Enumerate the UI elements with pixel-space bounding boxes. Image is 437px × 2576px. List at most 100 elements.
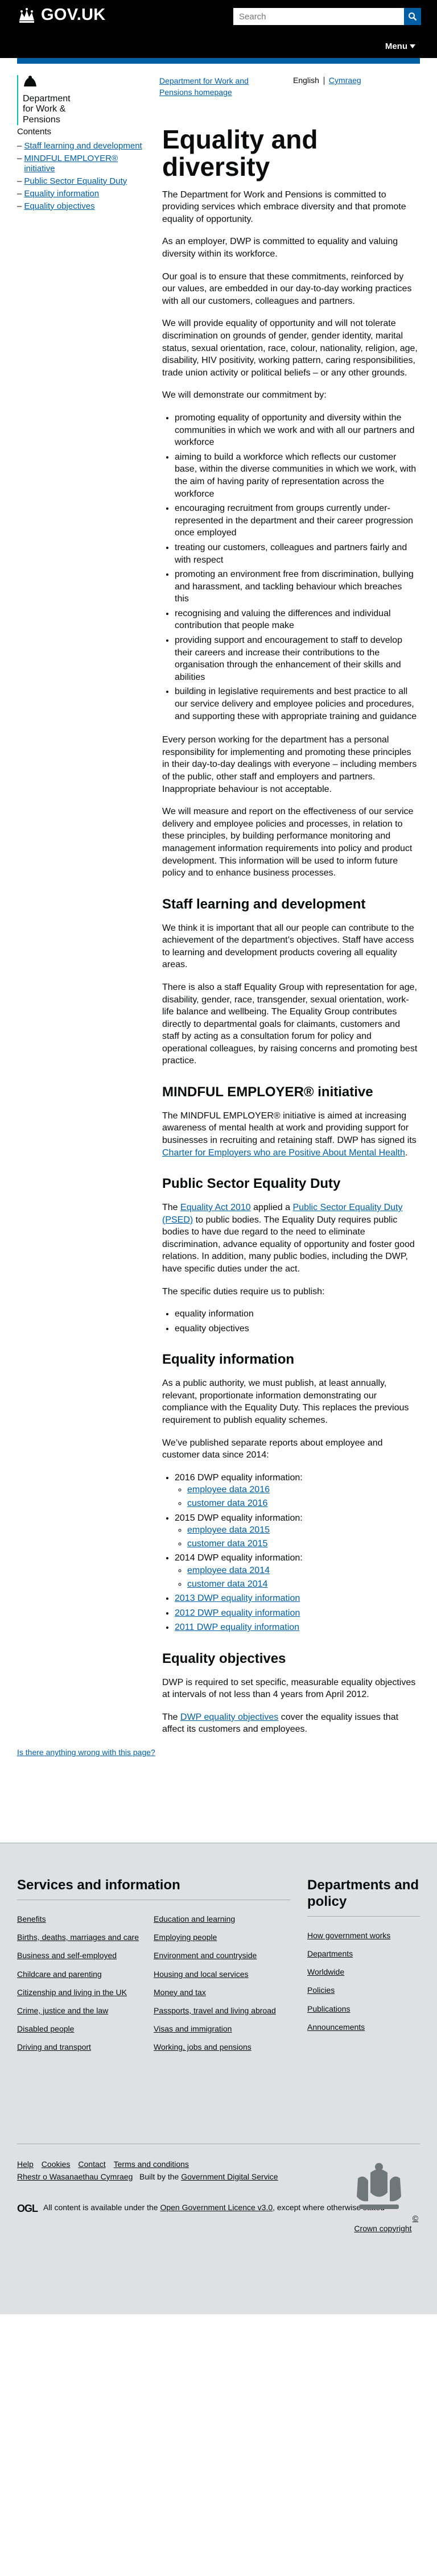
contact-link[interactable]: Contact	[78, 2159, 105, 2169]
heading-equality-objectives: Equality objectives	[162, 1650, 286, 1666]
list-item: promoting an environment free from discr…	[175, 568, 418, 605]
help-link[interactable]: Help	[17, 2159, 34, 2169]
cookies-link[interactable]: Cookies	[42, 2159, 71, 2169]
heading-mindful-employer: MINDFUL EMPLOYER® initiative	[162, 1084, 373, 1100]
equality-info-2013-link[interactable]: 2013 DWP equality information	[175, 1594, 300, 1603]
footer-link-passports[interactable]: Passports, travel and living abroad	[154, 2005, 290, 2016]
footer-link-employing-people[interactable]: Employing people	[154, 1932, 290, 1942]
list-item: aiming to build a workforce which reflec…	[175, 451, 418, 500]
heading-staff-learning: Staff learning and development	[162, 896, 366, 912]
employee-data-2014-link[interactable]: employee data 2014	[187, 1566, 270, 1575]
footer-link-disabled-people[interactable]: Disabled people	[17, 2024, 154, 2034]
equality-info-2012-link[interactable]: 2012 DWP equality information	[175, 1608, 300, 1618]
list-item: providing support and encouragement to s…	[175, 634, 418, 683]
footer-link-housing[interactable]: Housing and local services	[154, 1969, 290, 1979]
search-input[interactable]	[233, 8, 404, 25]
customer-data-2014-link[interactable]: customer data 2014	[187, 1579, 267, 1589]
gds-link[interactable]: Government Digital Service	[181, 2172, 278, 2181]
lead-paragraph: The Department for Work and Pensions is …	[162, 189, 406, 224]
footer-link-childcare[interactable]: Childcare and parenting	[17, 1969, 154, 1979]
govuk-logo-link[interactable]: GOV.UK	[17, 5, 106, 26]
toc-link-equality-objectives[interactable]: Equality objectives	[24, 201, 94, 212]
toc-item: – MINDFUL EMPLOYER® initiative	[17, 154, 142, 174]
crown-copyright-link[interactable]: © Crown copyright	[354, 2214, 418, 2233]
body-paragraph: There is also a staff Equality Group wit…	[162, 982, 418, 1066]
footer-link-benefits[interactable]: Benefits	[17, 1914, 154, 1924]
customer-data-2015-link[interactable]: customer data 2015	[187, 1539, 267, 1549]
menu-button[interactable]: Menu	[385, 41, 415, 52]
list-item: 2012 DWP equality information	[175, 1607, 418, 1620]
footer-link-worldwide[interactable]: Worldwide	[307, 1967, 420, 1977]
ogl-link[interactable]: Open Government Licence v3.0	[160, 2203, 273, 2212]
toc-link-staff-learning[interactable]: Staff learning and development	[24, 141, 142, 151]
footer-link-crime-justice[interactable]: Crime, justice and the law	[17, 2005, 154, 2016]
copyright: © Crown copyright	[346, 2161, 420, 2234]
employee-data-2016-link[interactable]: employee data 2016	[187, 1485, 270, 1495]
toc-link-psed[interactable]: Public Sector Equality Duty	[24, 176, 127, 187]
list-item: recognising and valuing the differences …	[175, 608, 418, 632]
footer-link-money-tax[interactable]: Money and tax	[154, 1987, 290, 1997]
list-item: 2013 DWP equality information	[175, 1592, 418, 1605]
toc-item: – Public Sector Equality Duty	[17, 176, 127, 187]
body-paragraph: As an employer, DWP is committed to equa…	[162, 237, 398, 259]
organisation-bar: Department for Work & Pensions Departmen…	[0, 64, 437, 126]
footer-link-departments[interactable]: Departments	[307, 1948, 420, 1959]
search-icon	[409, 13, 417, 21]
dwp-homepage-link[interactable]: Department for Work and Pensions homepag…	[159, 75, 250, 98]
footer-link-policies[interactable]: Policies	[307, 1985, 420, 1995]
body-paragraph: Our goal is to ensure that these commitm…	[162, 271, 412, 306]
lang-welsh-link[interactable]: Cymraeg	[329, 76, 361, 85]
royal-crest-icon	[24, 76, 36, 86]
crown-icon	[19, 7, 34, 23]
list-item: 2011 DWP equality information	[175, 1621, 418, 1634]
footer-link-environment[interactable]: Environment and countryside	[154, 1950, 290, 1960]
ogl-logo: OGL	[17, 2202, 38, 2214]
departments-section: Departments and policy How government wo…	[307, 1877, 420, 2052]
footer-link-publications[interactable]: Publications	[307, 2004, 420, 2014]
org-name: Department for Work & Pensions	[23, 93, 71, 125]
footer-link-visas[interactable]: Visas and immigration	[154, 2024, 290, 2034]
body-paragraph: DWP is required to set specific, measura…	[162, 1677, 416, 1700]
footer-link-education[interactable]: Education and learning	[154, 1914, 290, 1924]
customer-data-2016-link[interactable]: customer data 2016	[187, 1498, 267, 1508]
footer-link-announcements[interactable]: Announcements	[307, 2022, 420, 2032]
employee-data-2015-link[interactable]: employee data 2015	[187, 1525, 270, 1535]
terms-link[interactable]: Terms and conditions	[114, 2159, 189, 2169]
contents-nav: Contents – Staff learning and development…	[17, 126, 142, 214]
footer-link-driving[interactable]: Driving and transport	[17, 2042, 154, 2052]
list-item: 2016 DWP equality information: employee …	[175, 1472, 418, 1510]
footer-link-working-jobs[interactable]: Working, jobs and pensions	[154, 2042, 290, 2052]
welsh-services-link[interactable]: Rhestr o Wasanaethau Cymraeg	[17, 2172, 133, 2181]
main-content: Equality and diversity The Department fo…	[162, 126, 418, 1736]
footer-link-births-deaths[interactable]: Births, deaths, marriages and care	[17, 1932, 154, 1942]
page-title: Equality and diversity	[162, 125, 318, 181]
footer-link-business[interactable]: Business and self-employed	[17, 1950, 154, 1960]
body-paragraph: We will measure and report on the effect…	[162, 807, 414, 878]
toc-item: – Equality information	[17, 188, 100, 199]
menu-bar: Menu	[0, 35, 437, 58]
toc-link-mindful-employer[interactable]: MINDFUL EMPLOYER® initiative	[24, 154, 142, 174]
body-paragraph: The MINDFUL EMPLOYER® initiative is aime…	[162, 1111, 417, 1158]
royal-coat-of-arms-icon	[356, 2162, 401, 2209]
org-logo[interactable]: Department for Work & Pensions	[17, 75, 71, 125]
footer-link-citizenship[interactable]: Citizenship and living in the UK	[17, 1987, 154, 1997]
specific-duties-list: equality information equality objectives	[175, 1308, 418, 1335]
list-item: 2015 DWP equality information: employee …	[175, 1512, 418, 1550]
charter-link[interactable]: Charter for Employers who are Positive A…	[162, 1148, 405, 1158]
report-problem-link[interactable]: Is there anything wrong with this page?	[17, 1748, 155, 1757]
site-footer: Services and information Benefits Educat…	[0, 1843, 437, 2314]
equality-act-link[interactable]: Equality Act 2010	[180, 1203, 251, 1212]
list-item: equality objectives	[175, 1323, 418, 1335]
search-button[interactable]	[404, 8, 421, 25]
menu-label: Menu	[385, 42, 407, 51]
language-switcher: English Cymraeg	[293, 75, 361, 85]
equality-info-2011-link[interactable]: 2011 DWP equality information	[175, 1623, 299, 1632]
licence-text: All content is available under the Open …	[43, 2202, 385, 2212]
footer-link-how-government-works[interactable]: How government works	[307, 1930, 420, 1941]
toc-link-equality-information[interactable]: Equality information	[24, 189, 99, 199]
equality-objectives-link[interactable]: DWP equality objectives	[180, 1712, 278, 1722]
body-paragraph: The DWP equality objectives cover the eq…	[162, 1712, 399, 1735]
departments-title: Departments and policy	[307, 1877, 420, 1917]
govuk-logo-text: GOV.UK	[41, 6, 106, 24]
body-paragraph: The specific duties require us to publis…	[162, 1286, 325, 1297]
